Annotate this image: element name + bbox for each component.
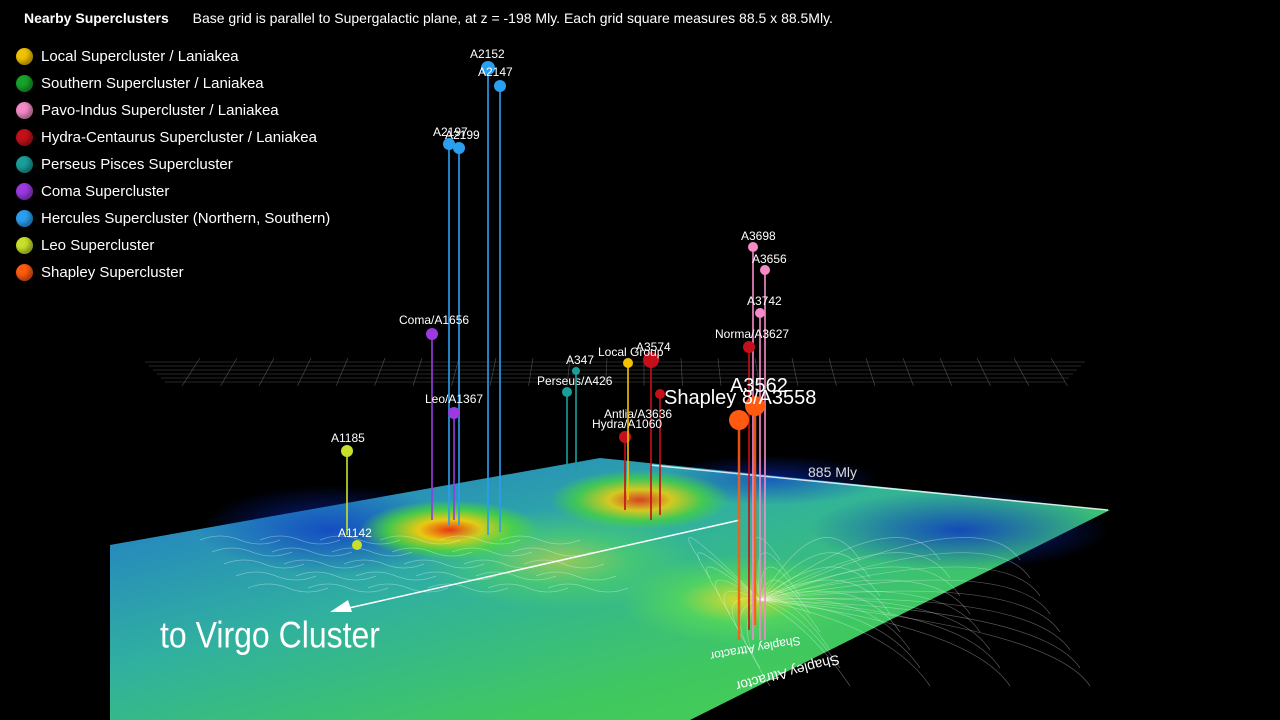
cluster-sphere <box>562 387 572 397</box>
cluster-sphere <box>760 265 770 275</box>
cluster-label: Perseus/A426 <box>537 374 613 388</box>
cluster-label: A3656 <box>752 252 787 266</box>
scale-label: 885 Mly <box>808 464 858 480</box>
legend-label: Leo Supercluster <box>41 237 155 254</box>
legend-color-icon <box>16 210 33 227</box>
cluster-sphere <box>655 389 665 399</box>
cluster-label: Local Group <box>598 345 664 359</box>
legend-color-icon <box>16 48 33 65</box>
legend-label: Coma Supercluster <box>41 183 170 200</box>
legend-item: Shapley Supercluster <box>16 259 330 286</box>
virgo-direction-label: to Virgo Cluster <box>160 614 380 656</box>
cluster-label: Norma/A3627 <box>715 327 789 341</box>
cluster-sphere <box>729 410 749 430</box>
cluster-sphere <box>494 80 506 92</box>
legend-item: Leo Supercluster <box>16 232 330 259</box>
cluster-sphere <box>755 308 765 318</box>
cluster-sphere <box>453 142 465 154</box>
cluster-label: Shapley 8/A3558 <box>664 387 816 409</box>
legend-label: Shapley Supercluster <box>41 264 184 281</box>
cluster-marker: A347 <box>566 353 594 470</box>
cluster-sphere <box>619 431 631 443</box>
legend-label: Hercules Supercluster (Northern, Souther… <box>41 210 331 227</box>
legend-item: Pavo-Indus Supercluster / Laniakea <box>16 97 330 124</box>
cluster-label: A2199 <box>445 128 480 142</box>
legend: Local Supercluster / Laniakea Southern Su… <box>16 43 330 286</box>
legend-color-icon <box>16 237 33 254</box>
legend-item: Southern Supercluster / Laniakea <box>16 70 330 97</box>
legend-item: Perseus Pisces Supercluster <box>16 151 330 178</box>
cluster-label: A2147 <box>478 65 513 79</box>
legend-item: Hercules Supercluster (Northern, Souther… <box>16 205 330 232</box>
legend-item: Coma Supercluster <box>16 178 330 205</box>
legend-label: Perseus Pisces Supercluster <box>41 156 233 173</box>
header-description: Base grid is parallel to Supergalactic p… <box>192 10 833 26</box>
cluster-sphere <box>448 407 460 419</box>
legend-label: Hydra-Centaurus Supercluster / Laniakea <box>41 129 317 146</box>
page-title: Nearby Superclusters <box>24 10 169 26</box>
legend-item: Local Supercluster / Laniakea <box>16 43 330 70</box>
cluster-sphere <box>341 445 353 457</box>
cluster-label: A1185 <box>331 431 365 445</box>
cluster-sphere <box>426 328 438 340</box>
cluster-sphere <box>623 358 633 368</box>
cluster-label: Coma/A1656 <box>399 313 469 327</box>
legend-color-icon <box>16 129 33 146</box>
cluster-sphere <box>748 242 758 252</box>
legend-color-icon <box>16 264 33 281</box>
header: Nearby Superclusters Base grid is parall… <box>24 10 833 26</box>
legend-color-icon <box>16 102 33 119</box>
legend-color-icon <box>16 156 33 173</box>
cluster-label: A347 <box>566 353 594 367</box>
legend-label: Southern Supercluster / Laniakea <box>41 75 264 92</box>
legend-color-icon <box>16 75 33 92</box>
cluster-sphere <box>352 540 362 550</box>
legend-label: Local Supercluster / Laniakea <box>41 48 239 65</box>
cluster-sphere <box>743 341 755 353</box>
legend-item: Hydra-Centaurus Supercluster / Laniakea <box>16 124 330 151</box>
legend-label: Pavo-Indus Supercluster / Laniakea <box>41 102 279 119</box>
cluster-label: Leo/A1367 <box>425 392 483 406</box>
cluster-label: A2152 <box>470 47 505 61</box>
cluster-label: A3742 <box>747 294 782 308</box>
legend-color-icon <box>16 183 33 200</box>
cluster-sphere <box>572 367 580 375</box>
cluster-marker: A2147 <box>478 65 513 532</box>
cluster-label: A3698 <box>741 229 776 243</box>
cluster-label: A1142 <box>338 526 372 540</box>
reference-grid <box>145 357 1085 387</box>
